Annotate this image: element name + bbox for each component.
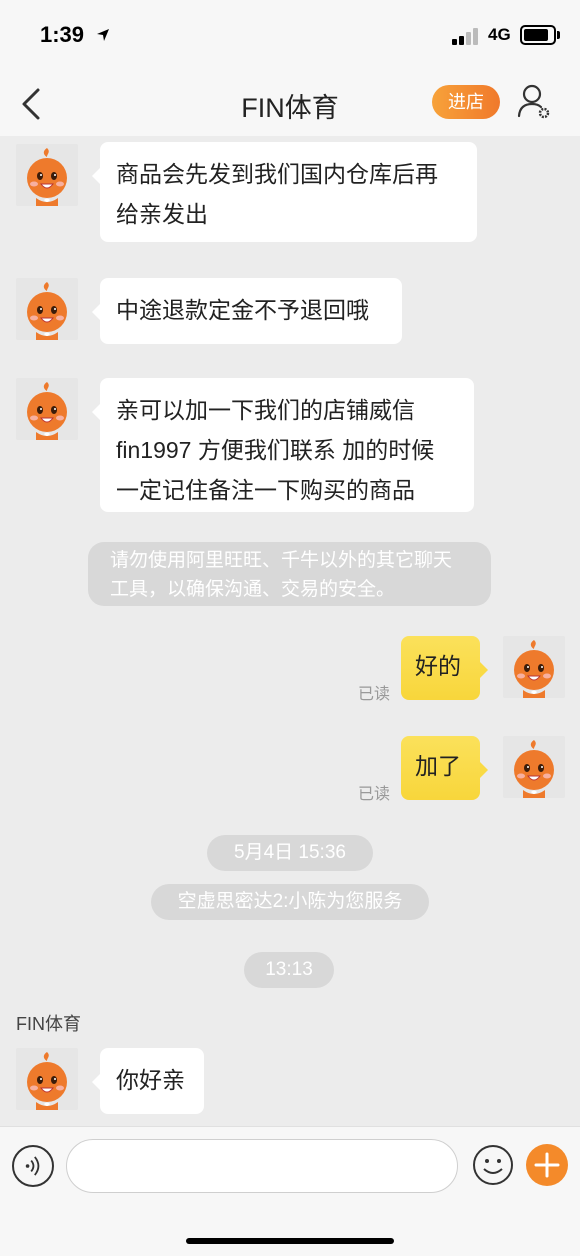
my-message-bubble[interactable]: 好的 xyxy=(401,636,488,700)
message-text: 加了 xyxy=(415,753,461,779)
message-text: 商品会先发到我们国内仓库后再 xyxy=(116,161,438,187)
read-status: 已读 xyxy=(358,786,391,803)
shop-avatar[interactable] xyxy=(16,1048,78,1110)
message-text: 亲可以加一下我们的店铺威信 xyxy=(116,397,415,423)
timestamp: 13:13 xyxy=(244,952,334,988)
network-type: 4G xyxy=(488,25,511,44)
message-text: fin1997 方便我们联系 加的时候 xyxy=(116,437,435,463)
safety-notice: 请勿使用阿里旺旺、千牛以外的其它聊天 工具，以确保沟通、交易的安全。 xyxy=(88,542,491,606)
message-bubble[interactable]: 你好亲 xyxy=(92,1048,204,1114)
signal-icon xyxy=(452,27,482,45)
message-text: 你好亲 xyxy=(116,1067,185,1093)
emoji-icon[interactable] xyxy=(472,1144,514,1186)
sender-name: FIN体育 xyxy=(16,1014,81,1034)
nav-bar: FIN体育 进店 xyxy=(0,72,580,136)
home-indicator xyxy=(186,1238,394,1244)
message-text: 一定记住备注一下购买的商品 xyxy=(116,477,415,503)
message-text: 中途退款定金不予退回哦 xyxy=(116,297,369,323)
shop-avatar[interactable] xyxy=(16,144,78,206)
my-avatar[interactable] xyxy=(503,636,565,698)
voice-icon[interactable] xyxy=(12,1145,54,1187)
status-bar: 1:39 4G xyxy=(0,0,580,72)
plus-icon[interactable] xyxy=(526,1144,568,1186)
status-time: 1:39 xyxy=(40,22,85,47)
profile-settings-icon[interactable] xyxy=(516,82,552,122)
message-text: 好的 xyxy=(415,653,461,679)
message-bubble[interactable]: 中途退款定金不予退回哦 xyxy=(92,278,402,344)
read-status: 已读 xyxy=(358,686,391,703)
shop-avatar[interactable] xyxy=(16,378,78,440)
message-bubble[interactable]: 亲可以加一下我们的店铺威信 fin1997 方便我们联系 加的时候 一定记住备注… xyxy=(92,378,474,512)
input-bar xyxy=(0,1126,580,1256)
message-input[interactable] xyxy=(66,1139,458,1193)
battery-icon xyxy=(520,25,556,45)
message-bubble[interactable]: 商品会先发到我们国内仓库后再 给亲发出 xyxy=(92,142,477,242)
location-arrow-icon xyxy=(97,29,109,41)
timestamp: 5月4日 15:36 xyxy=(207,835,373,871)
service-notice: 空虚思密达2:小陈为您服务 xyxy=(151,884,429,920)
my-message-bubble[interactable]: 加了 xyxy=(401,736,488,800)
message-text: 给亲发出 xyxy=(116,201,208,227)
my-avatar[interactable] xyxy=(503,736,565,798)
shop-avatar[interactable] xyxy=(16,278,78,340)
enter-shop-button[interactable]: 进店 xyxy=(432,85,500,119)
